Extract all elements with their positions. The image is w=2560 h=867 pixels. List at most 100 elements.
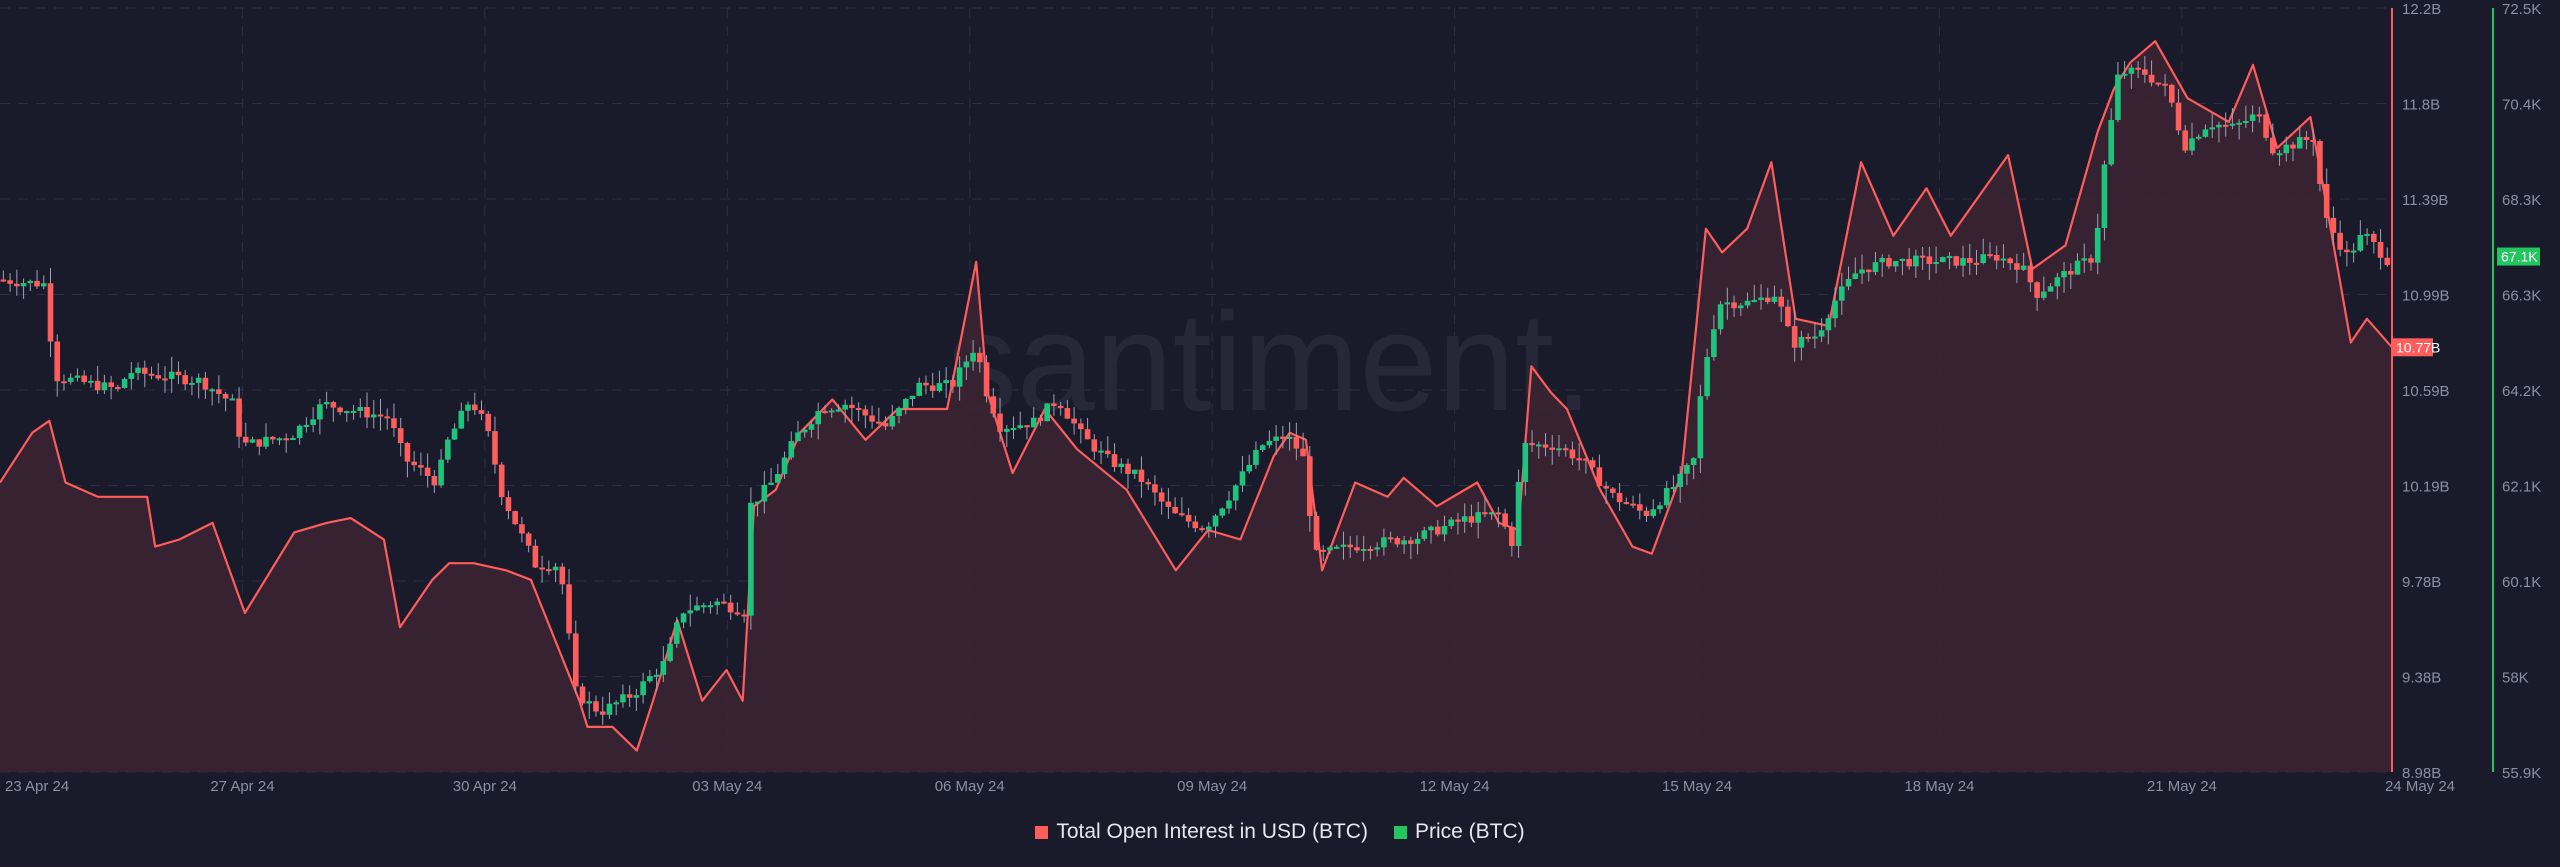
candle-down: [202, 377, 209, 390]
candle-down: [108, 382, 114, 388]
candle-up: [2020, 265, 2027, 270]
candle-up: [2195, 136, 2202, 139]
candle-up: [936, 383, 943, 391]
candle-down: [485, 413, 492, 432]
candle-down: [1387, 537, 1394, 540]
candle-up: [680, 613, 687, 623]
candle-up: [1381, 537, 1387, 548]
candle-up: [1226, 500, 1232, 509]
x-axis-date-label: 15 May 24: [1662, 778, 1732, 795]
candle-down: [1731, 302, 1737, 309]
candle-down: [14, 283, 20, 287]
candle-up: [1475, 512, 1481, 523]
candle-down: [1367, 549, 1374, 552]
x-axis-date-label: 06 May 24: [935, 778, 1005, 795]
candle-up: [754, 501, 761, 504]
x-axis-date-label: 30 Apr 24: [453, 778, 517, 795]
candle-up: [1131, 469, 1138, 474]
legend-label: Total Open Interest in USD (BTC): [1056, 820, 1368, 843]
candle-down: [1926, 256, 1933, 264]
candle-up: [552, 566, 559, 571]
candle-down: [364, 406, 370, 418]
candle-down: [579, 686, 586, 704]
candle-down: [519, 524, 525, 534]
candle-down: [1549, 447, 1556, 450]
candle-down: [525, 533, 532, 546]
candle-down: [741, 614, 747, 617]
candle-up: [909, 395, 916, 400]
candle-down: [2317, 141, 2323, 184]
candle-up: [229, 398, 236, 401]
candle-up: [2209, 127, 2215, 130]
price-axis-tick-label: 62.1K: [2502, 479, 2541, 496]
candle-up: [1374, 547, 1380, 550]
price-axis-tick-label: 68.3K: [2502, 192, 2541, 209]
candle-down: [882, 423, 889, 427]
legend-item-open-interest[interactable]: Total Open Interest in USD (BTC): [1035, 820, 1368, 844]
candle-up: [438, 459, 444, 486]
candle-down: [1616, 492, 1623, 503]
candle-up: [653, 674, 660, 677]
candle-up: [1212, 515, 1219, 527]
candle-up: [2000, 258, 2007, 261]
legend: Total Open Interest in USD (BTC) Price (…: [0, 820, 2560, 844]
candle-down: [1569, 449, 1576, 459]
candle-down: [546, 569, 552, 572]
candle-down: [431, 475, 438, 486]
candle-down: [1603, 486, 1609, 489]
candle-up: [1098, 450, 1104, 453]
candle-down: [1509, 526, 1515, 547]
candle-down: [236, 398, 242, 437]
candle-up: [2364, 233, 2370, 236]
candle-down: [2371, 233, 2377, 242]
candle-down: [1886, 258, 1892, 267]
chart-canvas[interactable]: santiment. 12.2B 72.5K11.8B 70.4K11.39B 68.…: [0, 0, 2560, 867]
candle-up: [168, 371, 175, 379]
candle-down: [1024, 425, 1030, 428]
candle-up: [1758, 297, 1764, 300]
candle-down: [1394, 537, 1401, 545]
candle-down: [2270, 137, 2276, 154]
candle-up: [1812, 336, 1818, 339]
legend-item-price[interactable]: Price (BTC): [1393, 820, 1525, 844]
candle-up: [2081, 258, 2088, 261]
oi-axis-tick-label: 9.38B: [2402, 670, 2441, 687]
candle-up: [128, 373, 135, 379]
candle-up: [1832, 300, 1838, 319]
candle-up: [943, 380, 949, 384]
candle-up: [835, 409, 842, 412]
candle-up: [970, 352, 976, 362]
candle-up: [357, 406, 364, 411]
candle-up: [667, 643, 673, 662]
candle-down: [61, 381, 67, 384]
candle-down: [727, 602, 734, 613]
candle-down: [1064, 408, 1071, 419]
candle-down: [2168, 84, 2175, 103]
candle-down: [2263, 114, 2269, 138]
candle-down: [2344, 249, 2350, 253]
candle-up: [1724, 302, 1731, 305]
candle-up: [296, 425, 303, 439]
price-axis-tick-label: 60.1K: [2502, 574, 2541, 591]
candle-up: [1556, 448, 1562, 451]
candle-down: [1051, 403, 1057, 406]
candle-down: [1785, 306, 1791, 327]
candle-up: [2041, 291, 2047, 298]
candle-down: [532, 545, 539, 568]
candle-down: [1307, 456, 1313, 517]
candle-down: [424, 467, 431, 476]
x-axis-date-label: 09 May 24: [1177, 778, 1247, 795]
oi-axis-tick-label: 10.19B: [2402, 479, 2450, 496]
candle-down: [1091, 439, 1098, 452]
candle-up: [1657, 505, 1663, 510]
candle-down: [256, 439, 263, 447]
candle-up: [1670, 487, 1677, 490]
candle-up: [1933, 261, 1939, 264]
candle-up: [1522, 443, 1529, 482]
candle-up: [1711, 329, 1717, 358]
candle-up: [2047, 286, 2054, 292]
candle-up: [963, 361, 970, 368]
candle-down: [2256, 114, 2263, 117]
candle-up: [1232, 485, 1239, 501]
candle-down: [1111, 454, 1118, 468]
